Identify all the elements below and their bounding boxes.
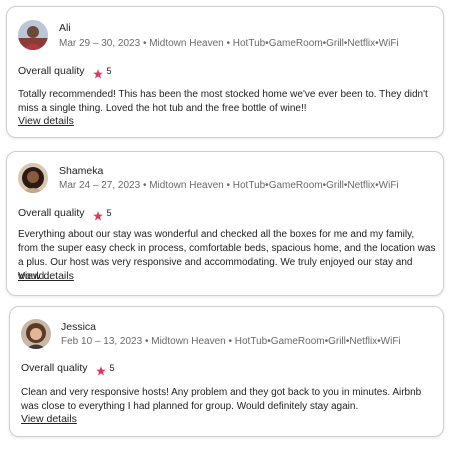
- view-details-link[interactable]: View details: [18, 270, 74, 282]
- rating-label: Overall quality: [21, 362, 88, 374]
- stay-details: Feb 10 – 13, 2023 • Midtown Heaven • Hot…: [61, 336, 401, 347]
- review-card-shameka: Shameka Mar 24 – 27, 2023 • Midtown Heav…: [6, 151, 444, 296]
- review-list: Ali Mar 29 – 30, 2023 • Midtown Heaven •…: [0, 0, 450, 450]
- review-text: Clean and very responsive hosts! Any pro…: [21, 387, 422, 412]
- view-details-link[interactable]: View details: [21, 413, 77, 425]
- review-text: Totally recommended! This has been the m…: [18, 89, 428, 114]
- rating-value: 5: [106, 66, 112, 76]
- rating-row: Overall quality 5: [18, 207, 112, 221]
- reviewer-name: Ali: [59, 22, 71, 34]
- stay-details: Mar 29 – 30, 2023 • Midtown Heaven • Hot…: [59, 38, 399, 49]
- review-card-jessica: Jessica Feb 10 – 13, 2023 • Midtown Heav…: [9, 306, 444, 437]
- reviewer-name: Jessica: [61, 321, 97, 333]
- rating-value: 5: [106, 208, 112, 218]
- avatar[interactable]: [18, 163, 48, 193]
- rating-value: 5: [109, 363, 115, 373]
- reviewer-name: Shameka: [59, 165, 104, 177]
- star-icon: [95, 363, 106, 376]
- review-text: Everything about our stay was wonderful …: [18, 229, 436, 282]
- rating-label: Overall quality: [18, 65, 85, 77]
- star-icon: [92, 66, 103, 79]
- view-details-link[interactable]: View details: [18, 115, 74, 127]
- rating-row: Overall quality 5: [18, 65, 112, 79]
- avatar[interactable]: [21, 319, 51, 349]
- stay-details: Mar 24 – 27, 2023 • Midtown Heaven • Hot…: [59, 180, 399, 191]
- review-card-ali: Ali Mar 29 – 30, 2023 • Midtown Heaven •…: [6, 6, 444, 138]
- star-icon: [92, 208, 103, 221]
- rating-row: Overall quality 5: [21, 362, 115, 376]
- avatar[interactable]: [18, 20, 48, 50]
- rating-label: Overall quality: [18, 207, 85, 219]
